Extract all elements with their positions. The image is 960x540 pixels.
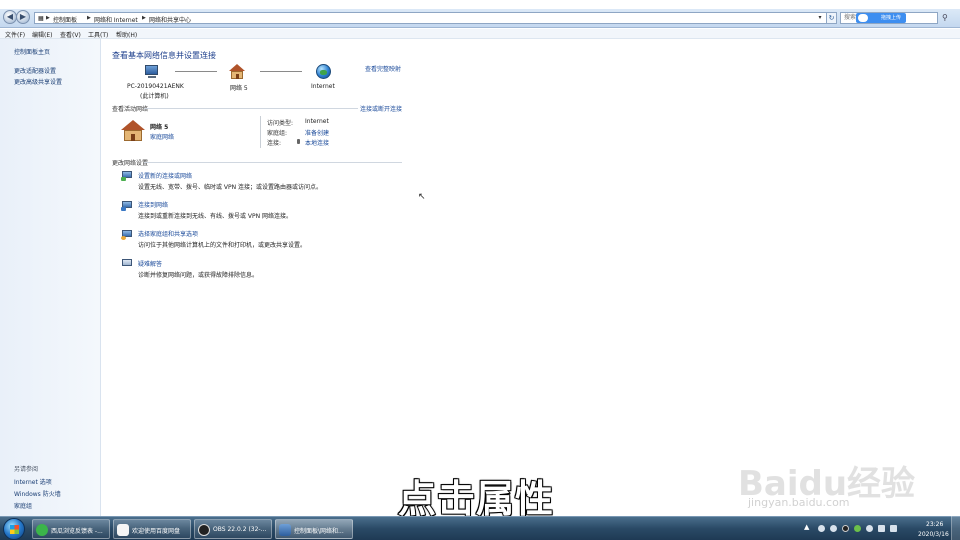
address-dropdown-icon[interactable]: ▾ bbox=[815, 12, 825, 24]
menu-edit[interactable]: 编辑(E) bbox=[32, 30, 52, 39]
homegroup-ready-link[interactable]: 准备创建 bbox=[305, 128, 329, 137]
clock-date[interactable]: 2020/3/16 bbox=[918, 531, 949, 538]
menu-help[interactable]: 帮助(H) bbox=[116, 30, 137, 39]
active-networks-heading: 查看活动网络 bbox=[112, 106, 149, 113]
mouse-cursor-icon: ↖ bbox=[418, 192, 426, 202]
section-divider bbox=[144, 162, 402, 163]
computer-name: PC-20190421AENK bbox=[127, 83, 184, 90]
task-desc-homegroup-sharing: 访问位于其他网络计算机上的文件和打印机，或更改共享设置。 bbox=[138, 242, 307, 249]
tray-app-icon[interactable] bbox=[818, 525, 825, 532]
connect-network-icon bbox=[121, 201, 133, 211]
tray-app-icon[interactable] bbox=[866, 525, 873, 532]
see-also-firewall[interactable]: Windows 防火墙 bbox=[14, 489, 61, 498]
back-button[interactable]: ◀ bbox=[3, 10, 17, 24]
forward-button[interactable]: ▶ bbox=[16, 10, 30, 24]
homegroup-sharing-icon bbox=[121, 230, 133, 240]
active-network-name: 网络 5 bbox=[150, 124, 169, 131]
task-desc-connect-network: 连接到或重新连接到无线、有线、拨号或 VPN 网络连接。 bbox=[138, 213, 293, 220]
local-connection-link[interactable]: 本地连接 bbox=[305, 138, 329, 147]
breadcrumb-network-internet[interactable]: 网络和 Internet bbox=[94, 15, 138, 24]
see-also-heading: 另请参阅 bbox=[14, 466, 39, 473]
menu-file[interactable]: 文件(F) bbox=[5, 30, 25, 39]
taskbar-item-label: 控制面板\网络和... bbox=[294, 528, 344, 535]
page-title: 查看基本网络信息并设置连接 bbox=[112, 51, 216, 60]
taskbar-item-browser[interactable]: 西瓜浏览反馈表 -... bbox=[32, 519, 110, 539]
breadcrumb-control-panel[interactable]: 控制面板 bbox=[53, 15, 77, 24]
connection-label: 连接: bbox=[267, 140, 282, 147]
obs-tray-icon[interactable] bbox=[842, 525, 849, 532]
troubleshoot-icon bbox=[121, 259, 133, 269]
task-desc-new-connection: 设置无线、宽带、拨号、临时或 VPN 连接；或设置路由器或访问点。 bbox=[138, 184, 323, 191]
baidu-watermark-url: jingyan.baidu.com bbox=[748, 496, 850, 509]
full-map-link[interactable]: 查看完整映射 bbox=[365, 64, 401, 73]
see-also-internet-options[interactable]: Internet 选项 bbox=[14, 477, 52, 486]
internet-label: Internet bbox=[311, 83, 335, 90]
task-link-troubleshoot[interactable]: 疑难解答 bbox=[138, 259, 162, 268]
tray-expand-icon[interactable]: ▲ bbox=[804, 523, 811, 531]
navigation-pane: 控制面板主页 更改适配器设置 更改高级共享设置 另请参阅 Internet 选项… bbox=[0, 39, 101, 516]
connect-disconnect-link[interactable]: 连接或断开连接 bbox=[360, 104, 402, 113]
change-settings-heading: 更改网络设置 bbox=[112, 160, 149, 167]
breadcrumb-sharing-center[interactable]: 网络和共享中心 bbox=[149, 15, 191, 24]
show-desktop-button[interactable] bbox=[951, 516, 960, 540]
search-icon[interactable]: ⚲ bbox=[942, 12, 954, 24]
vertical-divider bbox=[260, 116, 261, 148]
video-subtitle: 点击属性 bbox=[397, 476, 555, 522]
taskbar-item-label: 欢迎使用百度网盘 bbox=[132, 528, 181, 535]
menu-tools[interactable]: 工具(T) bbox=[88, 30, 108, 39]
refresh-button[interactable]: ↻ bbox=[826, 12, 837, 24]
homegroup-label: 家庭组: bbox=[267, 130, 288, 137]
browser-icon bbox=[36, 524, 48, 536]
section-divider bbox=[144, 108, 358, 109]
address-field[interactable]: ▦ ▶ 控制面板 ▶ 网络和 Internet ▶ 网络和共享中心 bbox=[34, 12, 834, 24]
volume-icon[interactable] bbox=[890, 525, 897, 532]
drag-upload-label: 拖拽上传 bbox=[880, 15, 901, 21]
taskbar-item-label: 西瓜浏览反馈表 -... bbox=[51, 528, 103, 535]
connection-line bbox=[260, 71, 302, 72]
breadcrumb-separator-icon: ▶ bbox=[46, 15, 50, 21]
task-desc-troubleshoot: 诊断并修复网络问题，或获得故障排除信息。 bbox=[138, 272, 259, 279]
obs-icon bbox=[198, 524, 210, 536]
cable-icon bbox=[297, 139, 300, 144]
new-connection-icon bbox=[121, 171, 133, 181]
breadcrumb-separator-icon: ▶ bbox=[142, 15, 146, 21]
connection-line bbox=[175, 71, 217, 72]
globe-icon[interactable] bbox=[316, 64, 331, 79]
taskbar-item-netdisk[interactable]: 欢迎使用百度网盘 bbox=[113, 519, 191, 539]
document-icon bbox=[117, 524, 129, 536]
start-button[interactable] bbox=[3, 518, 25, 540]
taskbar-item-obs[interactable]: OBS 22.0.2 (32-... bbox=[194, 519, 272, 539]
windows-logo-icon bbox=[10, 525, 19, 534]
folder-icon: ▦ bbox=[38, 15, 44, 22]
drag-upload-button[interactable]: 拖拽上传 bbox=[856, 13, 906, 23]
menu-bar: 文件(F) 编辑(E) 查看(V) 工具(T) 帮助(H) bbox=[0, 29, 960, 39]
control-panel-icon bbox=[279, 524, 291, 536]
menu-view[interactable]: 查看(V) bbox=[60, 30, 81, 39]
taskbar-item-label: OBS 22.0.2 (32-... bbox=[213, 526, 267, 533]
tray-app-icon[interactable] bbox=[830, 525, 837, 532]
nav-link-advanced-sharing[interactable]: 更改高级共享设置 bbox=[14, 77, 62, 86]
computer-caption: (此计算机) bbox=[140, 93, 169, 100]
cloud-icon bbox=[858, 14, 868, 22]
task-link-homegroup-sharing[interactable]: 选择家庭组和共享选项 bbox=[138, 229, 198, 238]
network-name: 网络 5 bbox=[230, 85, 248, 92]
task-link-new-connection[interactable]: 设置新的连接或网络 bbox=[138, 171, 192, 180]
wechat-tray-icon[interactable] bbox=[854, 525, 861, 532]
breadcrumb-separator-icon: ▶ bbox=[87, 15, 91, 21]
access-type-label: 访问类型: bbox=[267, 120, 294, 127]
see-also-homegroup[interactable]: 家庭组 bbox=[14, 501, 32, 510]
nav-link-adapter-settings[interactable]: 更改适配器设置 bbox=[14, 66, 56, 75]
network-tray-icon[interactable] bbox=[878, 525, 885, 532]
access-type-value: Internet bbox=[305, 118, 329, 125]
clock-time[interactable]: 23:26 bbox=[926, 521, 943, 528]
task-link-connect-network[interactable]: 连接到网络 bbox=[138, 200, 168, 209]
taskbar: 西瓜浏览反馈表 -... 欢迎使用百度网盘 OBS 22.0.2 (32-...… bbox=[0, 516, 960, 540]
nav-link-control-panel-home[interactable]: 控制面板主页 bbox=[14, 47, 50, 56]
taskbar-item-control-panel[interactable]: 控制面板\网络和... bbox=[275, 519, 353, 539]
main-content: 查看基本网络信息并设置连接 查看完整映射 PC-20190421AENK (此计… bbox=[101, 39, 960, 516]
home-network-link[interactable]: 家庭网络 bbox=[150, 132, 174, 141]
address-bar: ◀ ▶ ▦ ▶ 控制面板 ▶ 网络和 Internet ▶ 网络和共享中心 ▾ … bbox=[0, 9, 960, 28]
